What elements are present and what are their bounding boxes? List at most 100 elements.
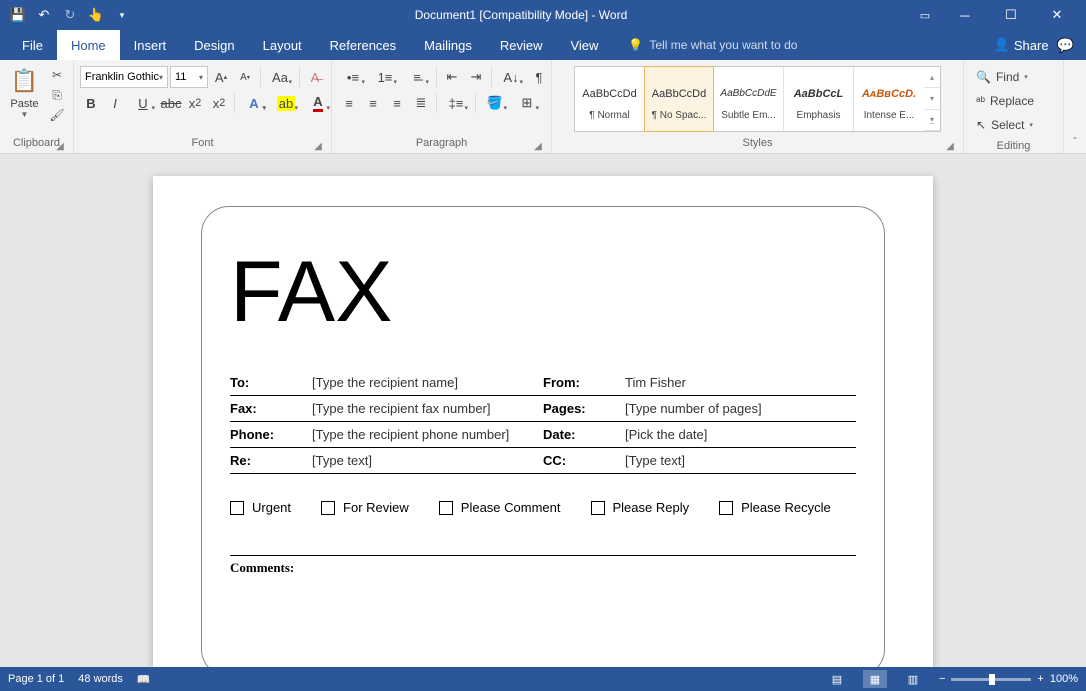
cut-icon[interactable]: ✂ xyxy=(47,66,67,84)
spellcheck-icon[interactable]: 📖 xyxy=(137,673,151,686)
styles-more-icon[interactable]: ▾̲ xyxy=(924,110,940,131)
shrink-font-icon[interactable]: A▾ xyxy=(234,66,256,88)
ribbon-display-icon[interactable]: ▭ xyxy=(908,0,942,30)
line-spacing-icon[interactable]: ‡≡ xyxy=(441,92,471,114)
select-button[interactable]: ↖Select▾ xyxy=(970,114,1040,136)
field-row[interactable]: Fax:[Type the recipient fax number]Pages… xyxy=(230,396,856,422)
field-row[interactable]: To:[Type the recipient name]From:Tim Fis… xyxy=(230,370,856,396)
checkbox-icon[interactable] xyxy=(439,501,453,515)
save-icon[interactable]: 💾 xyxy=(6,3,30,27)
increase-indent-icon[interactable]: ⇥ xyxy=(465,66,487,88)
page-indicator[interactable]: Page 1 of 1 xyxy=(8,673,64,685)
dialog-launcher-icon[interactable]: ◢ xyxy=(531,137,545,151)
tab-mailings[interactable]: Mailings xyxy=(410,30,486,60)
tab-layout[interactable]: Layout xyxy=(249,30,316,60)
replace-button[interactable]: ᵃᵇReplace xyxy=(970,90,1040,112)
borders-icon[interactable]: ⊞ xyxy=(512,92,542,114)
multilevel-list-icon[interactable]: ≡̵ xyxy=(402,66,432,88)
read-mode-icon[interactable]: ▤ xyxy=(825,670,849,688)
style-subtle-emphasis[interactable]: AaBbCcDdE Subtle Em... xyxy=(714,67,784,131)
fax-title[interactable]: FAX xyxy=(230,243,856,342)
grow-font-icon[interactable]: A▴ xyxy=(210,66,232,88)
checkbox-option[interactable]: Please Comment xyxy=(439,500,561,515)
field-value[interactable]: [Type the recipient name] xyxy=(312,375,458,390)
field-value[interactable]: [Pick the date] xyxy=(625,427,707,442)
bullets-icon[interactable]: •≡ xyxy=(338,66,368,88)
strikethrough-button[interactable]: abc xyxy=(160,92,182,114)
field-value[interactable]: [Type number of pages] xyxy=(625,401,762,416)
zoom-out-icon[interactable]: − xyxy=(939,673,945,685)
font-size-combo[interactable]: 11▾ xyxy=(170,66,208,88)
share-button[interactable]: 👤 Share xyxy=(994,37,1049,53)
change-case-icon[interactable]: Aa xyxy=(265,66,295,88)
dialog-launcher-icon[interactable]: ◢ xyxy=(53,137,67,151)
style-normal[interactable]: AaBbCcDd ¶ Normal xyxy=(575,67,645,131)
style-no-spacing[interactable]: AaBbCcDd ¶ No Spac... xyxy=(644,66,714,132)
word-count[interactable]: 48 words xyxy=(78,673,123,685)
format-painter-icon[interactable]: 🖌 xyxy=(47,106,67,124)
tab-home[interactable]: Home xyxy=(57,30,120,60)
field-value[interactable]: [Type the recipient phone number] xyxy=(312,427,509,442)
comments-heading[interactable]: Comments: xyxy=(230,555,856,576)
tab-design[interactable]: Design xyxy=(180,30,248,60)
zoom-in-icon[interactable]: + xyxy=(1037,673,1043,685)
web-layout-icon[interactable]: ▥ xyxy=(901,670,925,688)
font-name-combo[interactable]: Franklin Gothic▾ xyxy=(80,66,168,88)
shading-icon[interactable]: 🪣 xyxy=(480,92,510,114)
field-row[interactable]: Re:[Type text]CC:[Type text] xyxy=(230,448,856,474)
zoom-value[interactable]: 100% xyxy=(1050,673,1078,685)
checkbox-icon[interactable] xyxy=(230,501,244,515)
page-content[interactable]: FAX To:[Type the recipient name]From:Tim… xyxy=(201,206,885,667)
style-emphasis[interactable]: AaBbCcL Emphasis xyxy=(784,67,854,131)
collapse-ribbon-icon[interactable]: ˆ xyxy=(1064,60,1086,153)
copy-icon[interactable]: ⎘ xyxy=(47,86,67,104)
field-value[interactable]: [Type text] xyxy=(312,453,372,468)
checkbox-icon[interactable] xyxy=(719,501,733,515)
comments-icon[interactable]: 💬 xyxy=(1057,37,1074,54)
checkbox-option[interactable]: Urgent xyxy=(230,500,291,515)
justify-icon[interactable]: ≣ xyxy=(410,92,432,114)
style-intense-emphasis[interactable]: AᴀBʙCᴄD. Intense E... xyxy=(854,67,924,131)
checkbox-icon[interactable] xyxy=(591,501,605,515)
tab-file[interactable]: File xyxy=(8,30,57,60)
tab-view[interactable]: View xyxy=(556,30,612,60)
checkbox-option[interactable]: Please Recycle xyxy=(719,500,831,515)
field-value[interactable]: Tim Fisher xyxy=(625,375,686,390)
styles-gallery[interactable]: AaBbCcDd ¶ Normal AaBbCcDd ¶ No Spac... … xyxy=(574,66,941,132)
find-button[interactable]: 🔍Find▾ xyxy=(970,66,1040,88)
document-canvas[interactable]: FAX To:[Type the recipient name]From:Tim… xyxy=(0,154,1086,667)
field-value[interactable]: [Type text] xyxy=(625,453,685,468)
decrease-indent-icon[interactable]: ⇤ xyxy=(441,66,463,88)
checkbox-icon[interactable] xyxy=(321,501,335,515)
maximize-button[interactable]: ☐ xyxy=(988,0,1034,30)
qat-customize-icon[interactable]: ▾ xyxy=(110,3,134,27)
paste-button[interactable]: 📋 Paste ▼ xyxy=(6,64,43,119)
styles-scroll-down-icon[interactable]: ▾ xyxy=(924,88,940,109)
bold-button[interactable]: B xyxy=(80,92,102,114)
font-color-icon[interactable]: A xyxy=(303,92,333,114)
tab-review[interactable]: Review xyxy=(486,30,557,60)
tab-references[interactable]: References xyxy=(316,30,410,60)
italic-button[interactable]: I xyxy=(104,92,126,114)
sort-icon[interactable]: A↓ xyxy=(496,66,526,88)
dialog-launcher-icon[interactable]: ◢ xyxy=(311,137,325,151)
minimize-button[interactable]: ─ xyxy=(942,0,988,30)
redo-icon[interactable]: ↻ xyxy=(58,3,82,27)
dialog-launcher-icon[interactable]: ◢ xyxy=(943,137,957,151)
touch-mode-icon[interactable]: 👆 xyxy=(84,3,108,27)
align-center-icon[interactable]: ≡ xyxy=(362,92,384,114)
superscript-button[interactable]: x2 xyxy=(208,92,230,114)
align-left-icon[interactable]: ≡ xyxy=(338,92,360,114)
checkbox-option[interactable]: Please Reply xyxy=(591,500,690,515)
numbering-icon[interactable]: 1≡ xyxy=(370,66,400,88)
close-button[interactable]: ✕ xyxy=(1034,0,1080,30)
clear-formatting-icon[interactable]: A̶ xyxy=(304,66,326,88)
text-effects-icon[interactable]: A xyxy=(239,92,269,114)
field-row[interactable]: Phone:[Type the recipient phone number]D… xyxy=(230,422,856,448)
show-marks-icon[interactable]: ¶ xyxy=(528,66,550,88)
subscript-button[interactable]: x2 xyxy=(184,92,206,114)
align-right-icon[interactable]: ≡ xyxy=(386,92,408,114)
field-value[interactable]: [Type the recipient fax number] xyxy=(312,401,490,416)
tab-insert[interactable]: Insert xyxy=(120,30,181,60)
tell-me-search[interactable]: 💡 Tell me what you want to do xyxy=(612,30,797,60)
